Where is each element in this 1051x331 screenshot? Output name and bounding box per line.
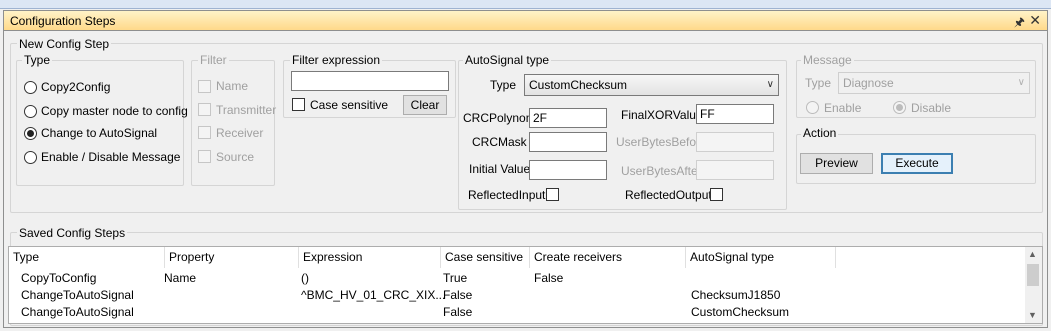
type-group bbox=[16, 60, 184, 186]
reflected-input-checkbox[interactable] bbox=[546, 188, 559, 201]
message-enable-radio[interactable] bbox=[806, 101, 819, 114]
table-cell: ChangeToAutoSignal bbox=[21, 288, 134, 302]
autosignal-type-value: CustomChecksum bbox=[529, 78, 628, 92]
crc-mask-input[interactable] bbox=[529, 132, 607, 152]
saved-config-steps-label: Saved Config Steps bbox=[17, 226, 128, 240]
column-header-type[interactable]: Type bbox=[9, 247, 165, 268]
table-cell: CopyToConfig bbox=[21, 271, 97, 285]
table-cell: ChangeToAutoSignal bbox=[21, 305, 134, 319]
user-bytes-before-label: UserBytesBefore bbox=[616, 135, 707, 149]
radio-change-to-autosignal[interactable] bbox=[24, 127, 37, 140]
table-cell: False bbox=[534, 271, 564, 285]
message-type-label: Type bbox=[805, 76, 832, 90]
filter-name-label: Name bbox=[216, 79, 249, 93]
final-xor-input[interactable]: FF bbox=[696, 104, 774, 124]
chevron-down-icon: ∨ bbox=[1017, 77, 1025, 88]
autosignal-type-select[interactable]: CustomChecksum ∨ bbox=[524, 74, 779, 96]
message-type-value: Diagnose bbox=[843, 76, 894, 90]
filter-transmitter-checkbox[interactable] bbox=[198, 103, 211, 116]
table-cell: ChecksumJ1850 bbox=[691, 288, 781, 302]
initial-value-input[interactable] bbox=[529, 160, 607, 180]
column-header-property[interactable]: Property bbox=[165, 247, 299, 268]
radio-copy2config[interactable] bbox=[24, 81, 37, 94]
filter-expression-label: Filter expression bbox=[290, 53, 383, 67]
column-header-expression[interactable]: Expression bbox=[299, 247, 441, 268]
case-sensitive-checkbox[interactable] bbox=[292, 98, 305, 111]
action-group-label: Action bbox=[801, 126, 839, 140]
filter-group-label: Filter bbox=[198, 53, 229, 67]
saved-steps-table[interactable]: Type Property Expression Case sensitive … bbox=[8, 246, 1043, 324]
filter-source-label: Source bbox=[216, 150, 255, 164]
message-group-label: Message bbox=[801, 53, 854, 67]
user-bytes-after-label: UserBytesAfter bbox=[621, 164, 702, 178]
filter-expression-input[interactable] bbox=[291, 71, 449, 91]
radio-copy-master-node-label[interactable]: Copy master node to config bbox=[41, 104, 188, 118]
reflected-output-checkbox[interactable] bbox=[710, 188, 723, 201]
crc-polynom-input[interactable]: 2F bbox=[529, 108, 607, 128]
filter-receiver-label: Receiver bbox=[216, 126, 264, 140]
window-top-strip bbox=[0, 0, 1051, 9]
autosignal-type-label: Type bbox=[490, 78, 517, 92]
table-cell: True bbox=[443, 271, 468, 285]
table-vertical-scrollbar[interactable]: ▲ ▼ bbox=[1025, 247, 1042, 323]
reflected-input-label: ReflectedInput bbox=[468, 188, 546, 202]
table-cell: False bbox=[443, 288, 473, 302]
filter-name-checkbox[interactable] bbox=[198, 80, 211, 93]
panel-title: Configuration Steps bbox=[10, 14, 116, 28]
new-config-step-label: New Config Step bbox=[17, 37, 112, 51]
type-group-label: Type bbox=[22, 53, 53, 67]
user-bytes-after-input[interactable] bbox=[696, 160, 774, 180]
user-bytes-before-input[interactable] bbox=[696, 132, 774, 152]
table-cell: ^BMC_HV_01_CRC_XIX... bbox=[301, 288, 446, 302]
radio-enable-disable-message[interactable] bbox=[24, 151, 37, 164]
table-cell: () bbox=[301, 271, 309, 285]
panel-titlebar: Configuration Steps 🖈 ✕ bbox=[3, 10, 1048, 31]
chevron-down-icon: ∨ bbox=[766, 79, 774, 90]
autosignal-group-label: AutoSignal type bbox=[463, 53, 552, 67]
scroll-down-icon[interactable]: ▼ bbox=[1028, 310, 1037, 320]
execute-button[interactable]: Execute bbox=[881, 153, 953, 174]
table-cell: False bbox=[443, 305, 473, 319]
column-header-create-receivers[interactable]: Create receivers bbox=[530, 247, 686, 268]
column-header-autosignal-type[interactable]: AutoSignal type bbox=[686, 247, 836, 268]
close-icon[interactable]: ✕ bbox=[1029, 12, 1041, 29]
message-enable-label: Enable bbox=[824, 101, 862, 115]
initial-value-label: Initial Value bbox=[469, 162, 531, 176]
radio-change-to-autosignal-label[interactable]: Change to AutoSignal bbox=[41, 126, 157, 140]
message-disable-radio[interactable] bbox=[893, 101, 906, 114]
filter-receiver-checkbox[interactable] bbox=[198, 126, 211, 139]
scrollbar-thumb[interactable] bbox=[1027, 264, 1039, 286]
radio-copy2config-label[interactable]: Copy2Config bbox=[41, 80, 110, 94]
message-type-select[interactable]: Diagnose ∨ bbox=[838, 72, 1030, 94]
radio-copy-master-node[interactable] bbox=[24, 105, 37, 118]
radio-enable-disable-message-label[interactable]: Enable / Disable Message bbox=[41, 150, 180, 164]
column-header-case-sensitive[interactable]: Case sensitive bbox=[441, 247, 530, 268]
filter-source-checkbox[interactable] bbox=[198, 150, 211, 163]
scroll-up-icon[interactable]: ▲ bbox=[1028, 249, 1037, 259]
final-xor-label: FinalXORValue bbox=[621, 108, 703, 122]
case-sensitive-label[interactable]: Case sensitive bbox=[310, 98, 388, 112]
table-cell: Name bbox=[164, 271, 197, 285]
crc-polynom-label: CRCPolynom bbox=[463, 111, 536, 125]
message-disable-label: Disable bbox=[911, 101, 952, 115]
preview-button[interactable]: Preview bbox=[800, 153, 873, 174]
filter-transmitter-label: Transmitter bbox=[216, 103, 277, 117]
table-cell: CustomChecksum bbox=[691, 305, 790, 319]
reflected-output-label: ReflectedOutput bbox=[625, 188, 712, 202]
clear-button[interactable]: Clear bbox=[403, 95, 447, 115]
crc-mask-label: CRCMask bbox=[472, 135, 527, 149]
